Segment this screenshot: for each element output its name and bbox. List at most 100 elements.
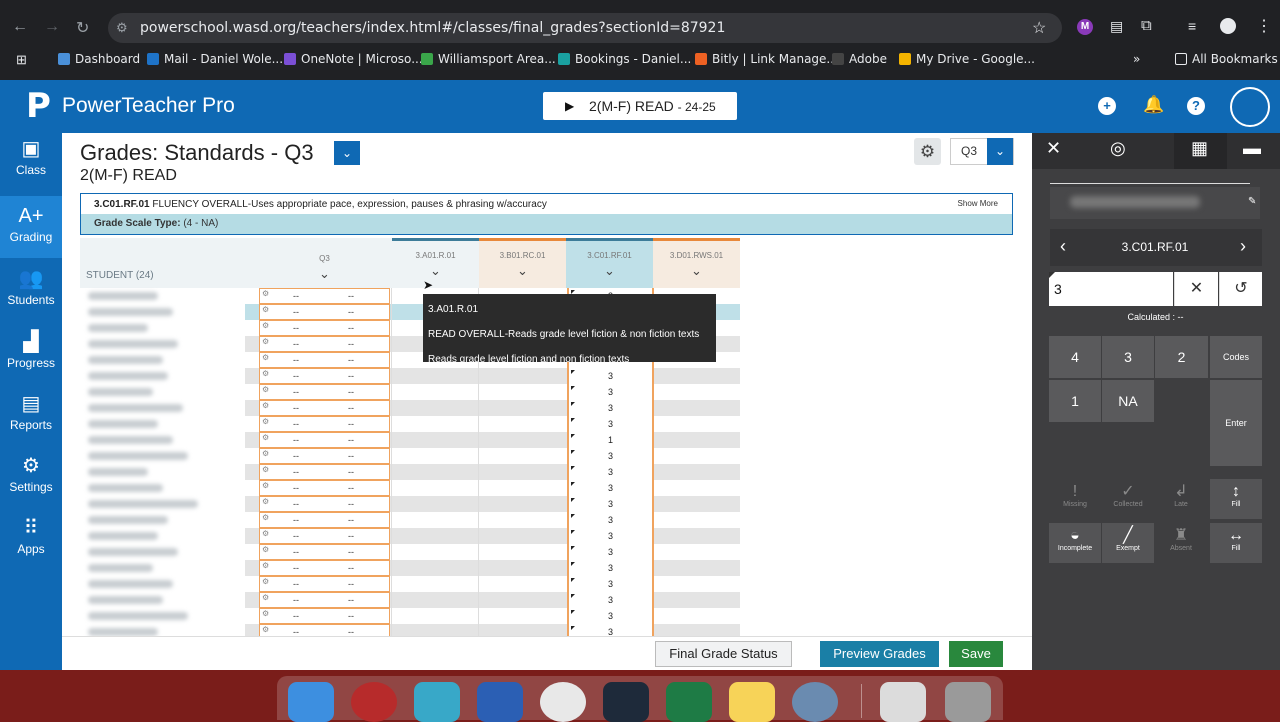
student-row[interactable] [80, 464, 245, 480]
notes-icon[interactable] [729, 682, 775, 722]
nav-grading[interactable]: A+ Grading [0, 196, 62, 258]
comment-icon[interactable]: ▬ [1243, 138, 1261, 159]
quicktime-icon[interactable] [792, 682, 838, 722]
collected-toggle[interactable]: ✓ Collected [1102, 479, 1154, 519]
back-icon[interactable]: ← [12, 18, 28, 36]
fill-horizontal-button[interactable]: ↔ Fill [1210, 523, 1262, 563]
absent-toggle[interactable]: ♜ Absent [1155, 523, 1207, 563]
apps-grid-icon[interactable]: ⊞ [16, 52, 27, 68]
rf-score-cell[interactable]: 3 [567, 576, 654, 592]
nav-apps[interactable]: ⠿ Apps [0, 516, 62, 576]
rf-score-cell[interactable]: 1 [567, 432, 654, 448]
q3-grade-cell[interactable]: ⚙ -- -- [259, 464, 390, 480]
col-header-d01[interactable]: 3.D01.RWS.01 ⌄ [653, 238, 740, 288]
cell-gear-icon[interactable]: ⚙ [262, 561, 269, 570]
q3-grade-cell[interactable]: ⚙ -- -- [259, 544, 390, 560]
missing-toggle[interactable]: ! Missing [1049, 479, 1101, 519]
previous-standard-icon[interactable]: ‹ [1060, 236, 1066, 257]
student-row[interactable] [80, 304, 245, 320]
q3-grade-cell[interactable]: ⚙ -- -- [259, 512, 390, 528]
student-row[interactable] [80, 352, 245, 368]
student-row[interactable] [80, 416, 245, 432]
clear-icon[interactable]: ✕ [1174, 272, 1218, 306]
cell-gear-icon[interactable]: ⚙ [262, 593, 269, 602]
q3-grade-cell[interactable]: ⚙ -- -- [259, 608, 390, 624]
edit-icon[interactable]: ✎ [1248, 196, 1256, 207]
q3-grade-cell[interactable]: ⚙ -- -- [259, 528, 390, 544]
student-row[interactable] [80, 400, 245, 416]
show-more-link[interactable]: Show More [958, 199, 998, 208]
student-row[interactable] [80, 608, 245, 624]
rf-score-cell[interactable]: 3 [567, 496, 654, 512]
nav-reports[interactable]: ▤ Reports [0, 392, 62, 452]
col-header-a01[interactable]: 3.A01.R.01 ⌄ [392, 238, 479, 288]
student-row[interactable] [80, 368, 245, 384]
key-na[interactable]: NA [1102, 380, 1154, 422]
col-header-b01[interactable]: 3.B01.RC.01 ⌄ [479, 238, 566, 288]
student-row[interactable] [80, 528, 245, 544]
rf-score-cell[interactable]: 3 [567, 448, 654, 464]
col-header-q3[interactable]: Q3 ⌄ [258, 238, 391, 288]
cell-gear-icon[interactable]: ⚙ [262, 449, 269, 458]
cell-gear-icon[interactable]: ⚙ [262, 321, 269, 330]
extensions-puzzle-icon[interactable]: ⧉ [1141, 17, 1152, 34]
student-row[interactable] [80, 560, 245, 576]
rf-score-cell[interactable]: 3 [567, 464, 654, 480]
class-selector[interactable]: ▶ 2(M-F) READ - 24-25 [543, 92, 737, 120]
bookmark-onenote[interactable]: OneNote | Microso... [284, 52, 423, 66]
cell-gear-icon[interactable]: ⚙ [262, 369, 269, 378]
excel-icon[interactable] [666, 682, 712, 722]
bookmark-bookings[interactable]: Bookings - Daniel... [558, 52, 691, 66]
student-row[interactable] [80, 576, 245, 592]
cell-gear-icon[interactable]: ⚙ [262, 481, 269, 490]
profile-icon[interactable] [1220, 18, 1236, 34]
media-icon[interactable]: ≡ [1188, 18, 1196, 34]
q3-grade-cell[interactable]: ⚙ -- -- [259, 384, 390, 400]
close-icon[interactable]: ✕ [1046, 138, 1061, 159]
key-4[interactable]: 4 [1049, 336, 1101, 378]
school-app-icon[interactable] [351, 682, 397, 722]
bookmark-star-icon[interactable]: ☆ [1032, 18, 1046, 38]
site-info-icon[interactable]: ⚙ [116, 20, 128, 36]
save-button[interactable]: Save [949, 641, 1003, 667]
key-1[interactable]: 1 [1049, 380, 1101, 422]
incomplete-toggle[interactable]: ◒ Incomplete [1049, 523, 1101, 563]
gear-icon[interactable]: ⚙ [914, 138, 941, 165]
q3-grade-cell[interactable]: ⚙ -- -- [259, 368, 390, 384]
fill-vertical-button[interactable]: ↕ Fill [1210, 479, 1262, 519]
rf-score-cell[interactable]: 3 [567, 480, 654, 496]
q3-grade-cell[interactable]: ⚙ -- -- [259, 400, 390, 416]
extension-icon[interactable]: M [1077, 19, 1093, 35]
q3-grade-cell[interactable]: ⚙ -- -- [259, 352, 390, 368]
cell-gear-icon[interactable]: ⚙ [262, 513, 269, 522]
key-3[interactable]: 3 [1102, 336, 1154, 378]
nav-students[interactable]: 👥 Students [0, 267, 62, 327]
q3-grade-cell[interactable]: ⚙ -- -- [259, 336, 390, 352]
bookmark-dashboard[interactable]: Dashboard [58, 52, 140, 66]
bookmark-drive[interactable]: My Drive - Google... [899, 52, 1035, 66]
cell-gear-icon[interactable]: ⚙ [262, 417, 269, 426]
cell-gear-icon[interactable]: ⚙ [262, 289, 269, 298]
grid-view-icon[interactable]: ▦ [1191, 138, 1208, 159]
avatar[interactable] [1230, 87, 1270, 127]
rf-score-cell[interactable]: 3 [567, 544, 654, 560]
enter-button[interactable]: Enter [1210, 380, 1262, 466]
nav-progress[interactable]: ▟ Progress [0, 330, 62, 390]
student-row[interactable] [80, 544, 245, 560]
q3-grade-cell[interactable]: ⚙ -- -- [259, 320, 390, 336]
q3-grade-cell[interactable]: ⚙ -- -- [259, 496, 390, 512]
trash-icon[interactable] [945, 682, 991, 722]
col-header-c01[interactable]: 3.C01.RF.01 ⌄ [566, 238, 653, 288]
student-row[interactable] [80, 432, 245, 448]
bookmark-mail[interactable]: Mail - Daniel Wole... [147, 52, 283, 66]
bookmark-bitly[interactable]: Bitly | Link Manage... [695, 52, 838, 66]
cell-gear-icon[interactable]: ⚙ [262, 337, 269, 346]
preview-grades-button[interactable]: Preview Grades [820, 641, 939, 667]
student-row[interactable] [80, 288, 245, 304]
exempt-toggle[interactable]: ╱ Exempt [1102, 523, 1154, 563]
term-selector[interactable]: Q3 ⌄ [950, 138, 1014, 165]
student-row[interactable] [80, 592, 245, 608]
q3-grade-cell[interactable]: ⚙ -- -- [259, 304, 390, 320]
q3-grade-cell[interactable]: ⚙ -- -- [259, 592, 390, 608]
q3-grade-cell[interactable]: ⚙ -- -- [259, 480, 390, 496]
